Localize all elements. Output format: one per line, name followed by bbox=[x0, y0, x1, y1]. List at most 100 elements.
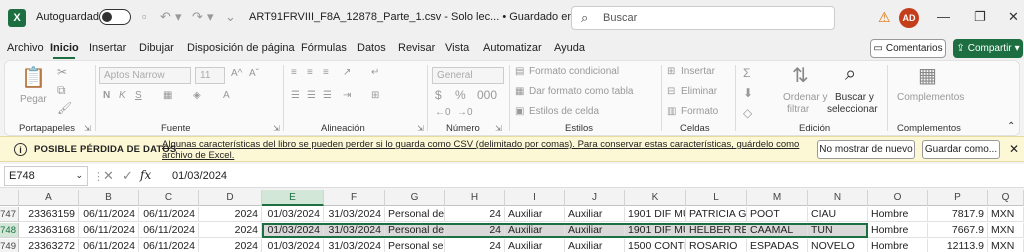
table-cell[interactable]: 23363168 bbox=[19, 223, 79, 238]
table-cell[interactable]: HELBER REYE bbox=[686, 223, 747, 238]
sort-filter-icon[interactable]: ⇅ bbox=[792, 63, 809, 88]
table-cell[interactable]: Hombre bbox=[868, 239, 928, 252]
sort-filter-label-2[interactable]: filtrar bbox=[787, 104, 809, 115]
percent-icon[interactable]: % bbox=[455, 88, 466, 102]
conditional-format-button[interactable]: Formato condicional bbox=[529, 66, 619, 77]
table-cell[interactable]: Hombre bbox=[868, 207, 928, 222]
addins-button-label[interactable]: Complementos bbox=[897, 92, 964, 103]
launcher-icon[interactable]: ⇲ bbox=[273, 124, 280, 133]
table-cell[interactable]: CIAU bbox=[808, 207, 868, 222]
addins-icon[interactable]: ▦ bbox=[918, 63, 937, 88]
wrap-text-icon[interactable]: ↵ bbox=[371, 67, 379, 78]
table-cell[interactable]: Hombre bbox=[868, 223, 928, 238]
avatar[interactable]: AD bbox=[899, 8, 919, 28]
table-cell[interactable]: Personal serv bbox=[385, 239, 445, 252]
share-button[interactable]: ⇪ Compartir ▾ bbox=[953, 39, 1023, 58]
align-bottom-icon[interactable]: ≡ bbox=[323, 67, 329, 78]
find-select-icon[interactable]: ⌕ bbox=[845, 63, 856, 86]
table-cell[interactable]: Auxiliar bbox=[505, 207, 565, 222]
tab-automatizar[interactable]: Automatizar bbox=[483, 42, 542, 54]
insert-cells-button[interactable]: Insertar bbox=[681, 66, 715, 77]
select-all-corner[interactable] bbox=[0, 190, 19, 206]
table-cell[interactable]: Auxiliar bbox=[505, 223, 565, 238]
tab-disposicion[interactable]: Disposición de página bbox=[187, 42, 295, 54]
tab-datos[interactable]: Datos bbox=[357, 42, 386, 54]
autosum-icon[interactable]: Σ bbox=[743, 66, 750, 80]
table-cell[interactable]: 06/11/2024 bbox=[139, 239, 199, 252]
column-header[interactable]: P bbox=[928, 190, 988, 206]
row-header[interactable]: 749 bbox=[0, 239, 19, 252]
dont-show-again-button[interactable]: No mostrar de nuevo bbox=[817, 140, 915, 159]
tab-inicio[interactable]: Inicio bbox=[50, 42, 79, 54]
table-cell[interactable]: 06/11/2024 bbox=[139, 223, 199, 238]
cut-icon[interactable]: ✂ bbox=[57, 65, 67, 79]
undo-dropdown-icon[interactable]: ▾ bbox=[175, 9, 182, 25]
tab-insertar[interactable]: Insertar bbox=[89, 42, 126, 54]
table-cell[interactable]: 12113.9 bbox=[928, 239, 988, 252]
table-cell[interactable]: 24 bbox=[445, 223, 505, 238]
table-cell[interactable]: 2024 bbox=[199, 207, 262, 222]
table-cell[interactable]: 7667.9 bbox=[928, 223, 988, 238]
find-select-label-2[interactable]: seleccionar bbox=[827, 104, 878, 115]
column-header[interactable]: G bbox=[385, 190, 445, 206]
table-cell[interactable]: Auxiliar bbox=[565, 207, 625, 222]
column-header[interactable]: N bbox=[808, 190, 868, 206]
align-top-icon[interactable]: ≡ bbox=[291, 67, 297, 78]
orientation-icon[interactable]: ↗ bbox=[343, 67, 351, 78]
column-header[interactable]: I bbox=[505, 190, 565, 206]
table-cell[interactable]: 24 bbox=[445, 239, 505, 252]
tab-dibujar[interactable]: Dibujar bbox=[139, 42, 174, 54]
thousands-icon[interactable]: 000 bbox=[477, 88, 497, 102]
copy-icon[interactable]: ⧉ bbox=[57, 83, 66, 98]
customize-toolbar-icon[interactable]: ⌄ bbox=[225, 9, 236, 25]
font-color-icon[interactable]: A bbox=[223, 90, 230, 101]
font-shrink-icon[interactable]: Aˇ bbox=[249, 68, 259, 79]
align-middle-icon[interactable]: ≡ bbox=[307, 67, 313, 78]
fill-icon[interactable]: ⬇ bbox=[743, 86, 753, 100]
table-cell[interactable]: 01/03/2024 bbox=[262, 239, 324, 252]
table-cell[interactable]: 23363159 bbox=[19, 207, 79, 222]
save-as-button[interactable]: Guardar como... bbox=[922, 140, 1000, 159]
warning-icon[interactable]: ⚠ bbox=[878, 9, 891, 26]
table-cell[interactable]: 06/11/2024 bbox=[79, 223, 139, 238]
merge-center-icon[interactable]: ⊞ bbox=[371, 90, 379, 101]
table-cell[interactable]: 1901 DIF MUI bbox=[625, 223, 686, 238]
autosave-toggle[interactable] bbox=[99, 9, 131, 25]
table-cell[interactable]: ESPADAS bbox=[747, 239, 808, 252]
search-box[interactable]: ⌕ Buscar bbox=[571, 6, 835, 30]
tab-vista[interactable]: Vista bbox=[445, 42, 469, 54]
cancel-icon[interactable]: ✕ bbox=[103, 168, 114, 184]
table-cell[interactable]: 31/03/2024 bbox=[324, 239, 385, 252]
table-cell[interactable]: 06/11/2024 bbox=[79, 239, 139, 252]
table-cell[interactable]: 2024 bbox=[199, 239, 262, 252]
table-cell[interactable]: PATRICIA GU bbox=[686, 207, 747, 222]
currency-icon[interactable]: $ bbox=[435, 88, 442, 102]
table-cell[interactable]: 31/03/2024 bbox=[324, 223, 385, 238]
table-cell[interactable]: 7817.9 bbox=[928, 207, 988, 222]
table-cell[interactable]: TUN bbox=[808, 223, 868, 238]
table-cell[interactable]: Auxiliar bbox=[565, 239, 625, 252]
table-cell[interactable]: CAAMAL bbox=[747, 223, 808, 238]
column-header[interactable]: O bbox=[868, 190, 928, 206]
name-box[interactable]: E748 ⌄ bbox=[4, 166, 88, 186]
align-center-icon[interactable]: ☰ bbox=[307, 90, 316, 101]
table-cell[interactable]: Auxiliar bbox=[565, 223, 625, 238]
spreadsheet-grid[interactable]: A B C D E F G H I J K L M N O P Q 747 23363159 06/11/2024 06… bbox=[0, 190, 1024, 252]
table-cell[interactable]: 06/11/2024 bbox=[79, 207, 139, 222]
tab-revisar[interactable]: Revisar bbox=[398, 42, 435, 54]
increase-decimal-icon[interactable]: ←0 bbox=[435, 107, 451, 118]
table-cell[interactable]: NOVELO bbox=[808, 239, 868, 252]
launcher-icon[interactable]: ⇲ bbox=[84, 124, 91, 133]
column-header[interactable]: A bbox=[19, 190, 79, 206]
align-right-icon[interactable]: ☰ bbox=[323, 90, 332, 101]
table-cell[interactable]: POOT bbox=[747, 207, 808, 222]
warning-message-text[interactable]: Algunas características del libro se pue… bbox=[162, 139, 799, 161]
paste-icon[interactable]: 📋 bbox=[21, 65, 46, 90]
redo-icon[interactable]: ↷ bbox=[192, 9, 203, 25]
indent-icon[interactable]: ⇥ bbox=[343, 90, 351, 101]
launcher-icon[interactable]: ⇲ bbox=[495, 124, 502, 133]
column-header[interactable]: M bbox=[747, 190, 808, 206]
column-header[interactable]: B bbox=[79, 190, 139, 206]
warning-message[interactable]: Algunas características del libro se pue… bbox=[162, 139, 812, 161]
close-icon[interactable]: ✕ bbox=[1009, 142, 1019, 156]
